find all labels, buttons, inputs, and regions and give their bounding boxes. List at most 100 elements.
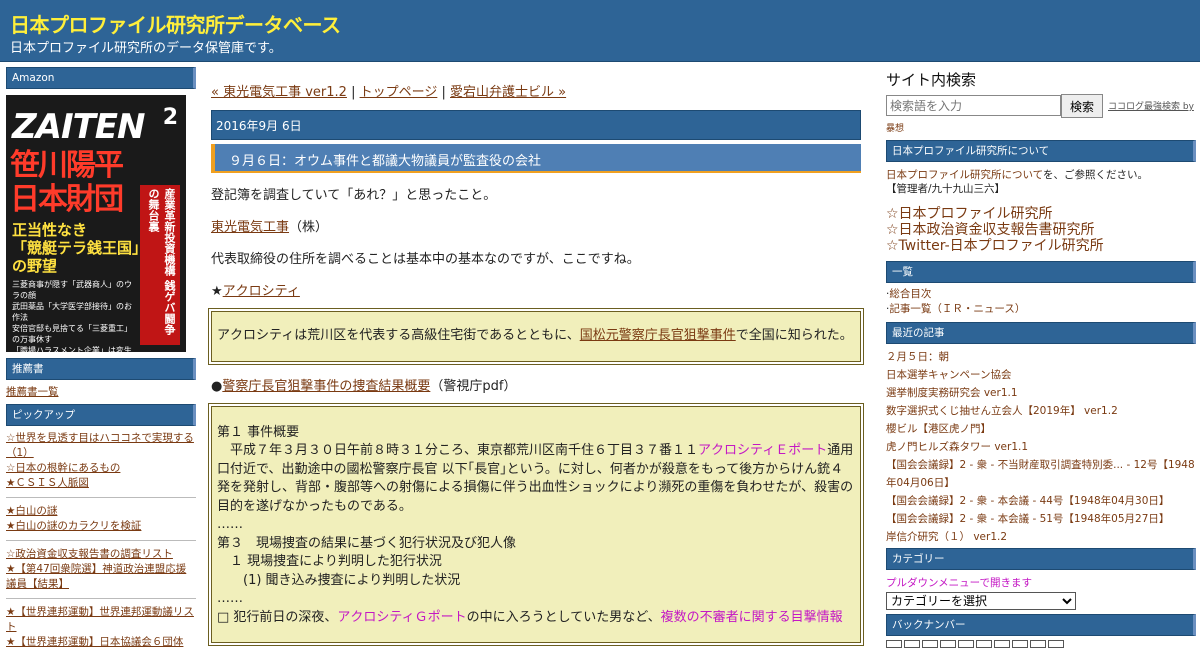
- nav-separator: |: [346, 85, 360, 100]
- about-suffix: を、ご参照ください。: [1042, 169, 1148, 181]
- index-item: ·総合目次: [886, 287, 1196, 302]
- left-sidebar: Amazon ZAITEN 2 笹川陽平 日本財団 正当性なき 「競艇テラ銭王国…: [6, 67, 196, 650]
- calendar-cell[interactable]: [904, 640, 920, 648]
- quote-box: アクロシティは荒川区を代表する高級住宅街であるとともに、国松元警察庁長官狙撃事件…: [208, 308, 864, 365]
- quote-heading: 第１ 事件概要: [217, 424, 300, 440]
- cover-vertical-text: 産業革新投資機構 銭ゲバ闘争の舞台裏: [140, 185, 180, 345]
- index-link[interactable]: 記事一覧（ＩＲ・ニュース）: [889, 303, 1025, 315]
- search-provider-note: 暴想: [886, 124, 905, 134]
- calendar-cell[interactable]: [1030, 640, 1046, 648]
- site-header: 日本プロファイル研究所データベース 日本プロファイル研究所のデータ保管庫です。: [0, 0, 1200, 62]
- cover-issue: 2: [162, 105, 178, 130]
- recent-entry-link[interactable]: 【国会会議録】2 - 衆 - 本会議 - 44号【1948年04月30日】: [886, 492, 1196, 510]
- investigation-summary-link[interactable]: 警察庁長官狙撃事件の捜査結果概要: [222, 379, 430, 394]
- featured-link[interactable]: ☆日本プロファイル研究所: [886, 206, 1196, 222]
- calendar-cell[interactable]: [1048, 640, 1064, 648]
- admin-text: 【管理者/九十九山三六】: [886, 183, 1006, 195]
- highlight-text: アクロシティＥポート: [698, 443, 828, 458]
- pickup-link[interactable]: ★ＣＳＩＳ人脈図: [6, 476, 196, 491]
- recommend-list-link[interactable]: 推薦書一覧: [6, 385, 196, 400]
- featured-link[interactable]: ☆日本政治資金収支報告書研究所: [886, 222, 1196, 238]
- paragraph: 代表取締役の住所を調べることは基本中の基本なのですが、ここですね。: [211, 252, 640, 267]
- cover-headline: 笹川陽平 日本財団: [10, 148, 124, 217]
- highlight-text: アクロシティＧポート: [337, 609, 467, 625]
- recent-entry-link[interactable]: 【国会会議録】2 - 衆 - 不当財産取引調査特別委... - 12号【1948…: [886, 456, 1196, 492]
- recent-entry-link[interactable]: 選挙制度実務研究会 ver1.1: [886, 384, 1196, 402]
- calendar-cell[interactable]: [922, 640, 938, 648]
- backnumber-heading: バックナンバー: [886, 614, 1196, 636]
- category-heading: カテゴリー: [886, 548, 1196, 570]
- pickup-link[interactable]: ★白山の謎のカラクリを検証: [6, 519, 196, 534]
- post-title: ９月６日：オウム事件と都議大物議員が監査役の会社: [211, 144, 861, 173]
- paragraph: 東光電気工事（株）: [211, 219, 861, 237]
- category-note: プルダウンメニューで開きます: [886, 577, 1033, 589]
- quote-text: □ 犯行前日の深夜、: [217, 609, 338, 625]
- pickup-link[interactable]: ☆世界を見透す目はハココネで実現する（1）: [6, 431, 196, 461]
- paragraph-text: （警視庁pdf）: [430, 378, 517, 394]
- pickup-link[interactable]: ★【世界連邦運動】日本協議会６団体: [6, 635, 196, 650]
- recent-entry-link[interactable]: 虎ノ門ヒルズ森タワー ver1.1: [886, 438, 1196, 456]
- paragraph-text: （株）: [289, 220, 329, 235]
- calendar-cell[interactable]: [1012, 640, 1028, 648]
- calendar-cell[interactable]: [940, 640, 956, 648]
- quote-subheading: １ 現場捜査により判明した犯行状況: [217, 554, 442, 569]
- ellipsis: ……: [217, 591, 243, 606]
- pickup-link[interactable]: ★【第47回衆院選】神道政治連盟応援議員【結果】: [6, 562, 196, 592]
- pickup-link[interactable]: ★白山の謎: [6, 504, 196, 519]
- amazon-heading: Amazon: [6, 67, 196, 89]
- paragraph: ★アクロシティ: [211, 283, 861, 301]
- cover-lines: 三菱商事が隠す「武器商人」のウラの顔 武田薬品「大学医学部接待」のお作法 安倍官…: [12, 280, 132, 352]
- pickup-separator: [6, 540, 196, 541]
- entry-navigation: « 東光電気工事 ver1.2 | トップページ | 愛宕山弁護士ビル »: [211, 81, 861, 100]
- index-link[interactable]: 総合目次: [889, 288, 931, 300]
- about-link[interactable]: 日本プロファイル研究所について: [886, 169, 1043, 181]
- bullet-marker: ●: [211, 378, 223, 394]
- search-provider-link[interactable]: ココログ最強検索 by: [1108, 99, 1194, 112]
- pickup-heading: ピックアップ: [6, 404, 196, 426]
- paragraph: 登記簿を調査していて「あれ？」と思ったこと。: [211, 188, 497, 203]
- right-sidebar: サイト内検索 検索 ココログ最強検索 by 暴想 日本プロファイル研究所について…: [886, 69, 1196, 648]
- calendar-cell[interactable]: [994, 640, 1010, 648]
- calendar-cell[interactable]: [976, 640, 992, 648]
- recommend-heading: 推薦書: [6, 358, 196, 380]
- pickup-link[interactable]: ★【世界連邦運動】世界連邦運動議リスト: [6, 605, 196, 635]
- cover-subheadline: 正当性なき 「競艇テラ銭王国」 の野望: [12, 221, 148, 275]
- quote-text: アクロシティは荒川区を代表する高級住宅街であるとともに、: [217, 328, 580, 343]
- recent-entry-link[interactable]: 【国会会議録】2 - 衆 - 本会議 - 51号【1948年05月27日】: [886, 510, 1196, 528]
- prev-entry-link[interactable]: « 東光電気工事 ver1.2: [211, 85, 347, 100]
- top-page-link[interactable]: トップページ: [360, 85, 438, 100]
- recent-heading: 最近の記事: [886, 322, 1196, 344]
- company-link[interactable]: 東光電気工事: [211, 220, 289, 235]
- ellipsis: ……: [217, 517, 243, 532]
- recent-entry-link[interactable]: 櫻ビル【港区虎ノ門】: [886, 420, 1196, 438]
- sniping-case-link[interactable]: 国松元警察庁長官狙撃事件: [580, 328, 736, 343]
- pickup-list: ☆世界を見透す目はハココネで実現する（1） ☆日本の根幹にあるもの ★ＣＳＩＳ人脈図…: [6, 431, 196, 650]
- quote-box: 第１ 事件概要 平成７年３月３０日午前８時３１分ころ、東京都荒川区南千住６丁目３…: [208, 402, 864, 646]
- search-input[interactable]: [886, 95, 1061, 116]
- pickup-separator: [6, 497, 196, 498]
- featured-link[interactable]: ☆Twitter-日本プロファイル研究所: [886, 238, 1196, 254]
- list-heading: 一覧: [886, 261, 1196, 283]
- calendar-cell[interactable]: [958, 640, 974, 648]
- book-cover-image[interactable]: ZAITEN 2 笹川陽平 日本財団 正当性なき 「競艇テラ銭王国」 の野望 産…: [6, 95, 186, 352]
- recent-entry-link[interactable]: 日本選挙キャンペーン協会: [886, 366, 1196, 384]
- calendar-cell[interactable]: [886, 640, 902, 648]
- main-content: « 東光電気工事 ver1.2 | トップページ | 愛宕山弁護士ビル » 20…: [208, 78, 864, 646]
- pickup-link[interactable]: ☆日本の根幹にあるもの: [6, 461, 196, 476]
- category-select[interactable]: カテゴリーを選択: [886, 592, 1076, 610]
- recent-entry-link[interactable]: ２月５日：朝: [886, 348, 1196, 366]
- index-item: ·記事一覧（ＩＲ・ニュース）: [886, 302, 1196, 317]
- site-description: 日本プロファイル研究所のデータ保管庫です。: [10, 41, 282, 56]
- recent-entry-link[interactable]: 数字選択式くじ抽せん立会人【2019年】 ver1.2: [886, 402, 1196, 420]
- quote-paragraph: 平成７年３月３０日午前８時３１分ころ、東京都荒川区南千住６丁目３７番１１アクロシ…: [217, 442, 855, 516]
- search-button[interactable]: 検索: [1061, 94, 1103, 118]
- backnumber-calendar[interactable]: [886, 640, 1196, 648]
- quote-text: の中に入ろうとしていた男など、: [466, 609, 661, 625]
- site-title[interactable]: 日本プロファイル研究所データベース: [10, 9, 341, 38]
- recent-entry-link[interactable]: 岸信介研究（１） ver1.2: [886, 528, 1196, 546]
- quote-heading: 第３ 現場捜査の結果に基づく犯行状況及び犯人像: [217, 535, 517, 551]
- pickup-link[interactable]: ☆政治資金収支報告書の調査リスト: [6, 547, 196, 562]
- star-marker: ★: [211, 284, 223, 299]
- acrocity-link[interactable]: アクロシティ: [223, 284, 300, 299]
- next-entry-link[interactable]: 愛宕山弁護士ビル »: [450, 85, 566, 100]
